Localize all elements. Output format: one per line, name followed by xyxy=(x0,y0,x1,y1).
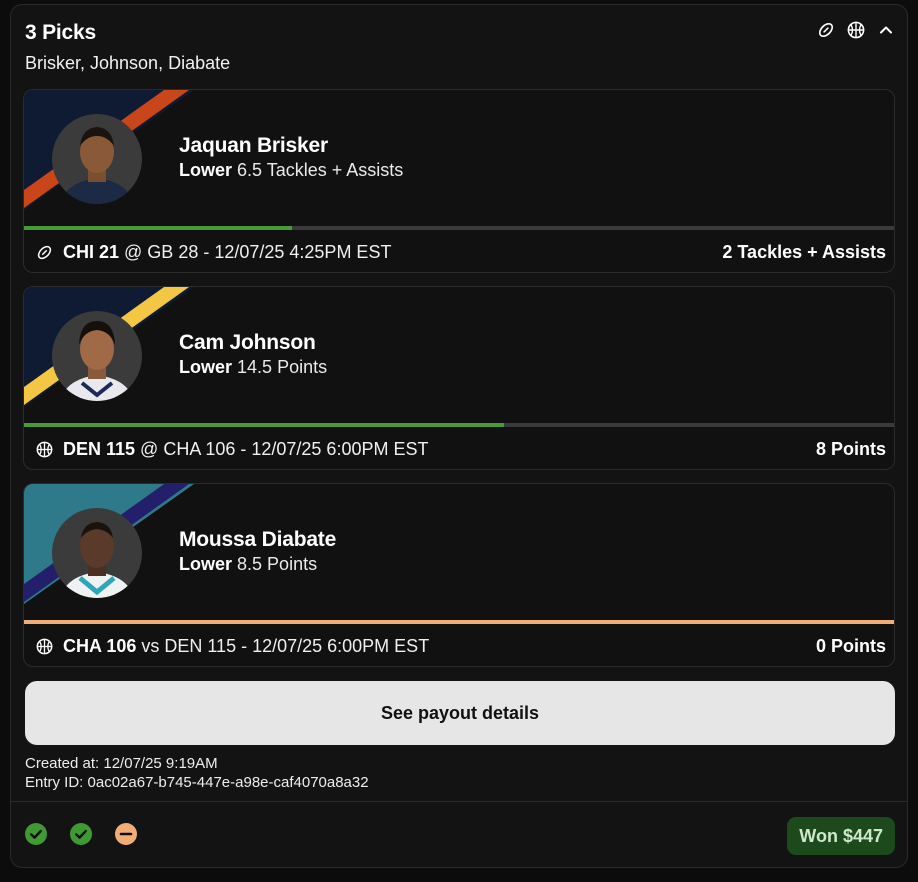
player-name: Cam Johnson xyxy=(179,331,316,354)
entry-subtitle: Brisker, Johnson, Diabate xyxy=(25,53,231,73)
entry-card: 3 Picks Brisker, Johnson, Diabate Jaquan… xyxy=(10,4,908,868)
game-info: CHA 106 vs DEN 115 - 12/07/25 6:00PM EST xyxy=(36,634,429,658)
progress-track xyxy=(24,226,894,230)
pick-card[interactable]: Cam Johnson Lower 14.5 Points DEN 115 @ … xyxy=(23,286,895,470)
game-info: CHI 21 @ GB 28 - 12/07/25 4:25PM EST xyxy=(36,240,391,264)
line-value: 14.5 Points xyxy=(237,357,328,377)
line-value: 8.5 Points xyxy=(237,554,318,574)
chevron-up-icon[interactable] xyxy=(877,21,895,39)
pick-card[interactable]: Jaquan Brisker Lower 6.5 Tackles + Assis… xyxy=(23,89,895,273)
result-stat: 8 Points xyxy=(815,439,886,459)
basketball-icon xyxy=(36,441,53,458)
result-stat: 2 Tackles + Assists xyxy=(722,242,886,262)
direction-label: Lower xyxy=(179,554,233,574)
won-badge: Won $447 xyxy=(787,817,895,855)
game-details: @ GB 28 - 12/07/25 4:25PM EST xyxy=(119,241,392,262)
player-name: Moussa Diabate xyxy=(179,528,337,551)
result-stat: 0 Points xyxy=(815,636,886,656)
progress-track xyxy=(24,423,894,427)
avatar xyxy=(52,508,142,598)
football-icon xyxy=(36,244,53,261)
basketball-icon xyxy=(847,21,865,39)
pick-status-icons xyxy=(25,823,137,845)
basketball-icon xyxy=(36,638,53,655)
game-info: DEN 115 @ CHA 106 - 12/07/25 6:00PM EST xyxy=(36,437,428,461)
team-score: DEN 115 xyxy=(63,438,136,459)
avatar xyxy=(52,114,142,204)
progress-fill xyxy=(24,620,894,624)
team-score: CHA 106 xyxy=(63,635,137,656)
entry-title: 3 Picks xyxy=(25,21,96,44)
created-at: Created at: 12/07/25 9:19AM xyxy=(25,755,218,772)
game-details: @ CHA 106 - 12/07/25 6:00PM EST xyxy=(135,438,429,459)
projection-line: Lower 6.5 Tackles + Assists xyxy=(179,160,403,181)
progress-track xyxy=(24,620,894,624)
minus-circle-icon xyxy=(115,823,137,845)
see-payout-details-button[interactable]: See payout details xyxy=(25,681,895,745)
projection-line: Lower 14.5 Points xyxy=(179,357,327,378)
direction-label: Lower xyxy=(179,357,233,377)
avatar xyxy=(52,311,142,401)
progress-fill xyxy=(24,423,505,427)
entry-id: Entry ID: 0ac02a67-b745-447e-a98e-caf407… xyxy=(25,774,369,791)
divider xyxy=(11,801,907,802)
check-circle-icon xyxy=(70,823,92,845)
player-name: Jaquan Brisker xyxy=(179,134,328,157)
line-value: 6.5 Tackles + Assists xyxy=(237,160,404,180)
progress-fill xyxy=(24,226,292,230)
team-score: CHI 21 xyxy=(63,241,120,262)
check-circle-icon xyxy=(25,823,47,845)
projection-line: Lower 8.5 Points xyxy=(179,554,317,575)
game-details: vs DEN 115 - 12/07/25 6:00PM EST xyxy=(136,635,430,656)
direction-label: Lower xyxy=(179,160,233,180)
pick-card[interactable]: Moussa Diabate Lower 8.5 Points CHA 106 … xyxy=(23,483,895,667)
header-icons xyxy=(817,21,895,39)
football-icon xyxy=(817,21,835,39)
